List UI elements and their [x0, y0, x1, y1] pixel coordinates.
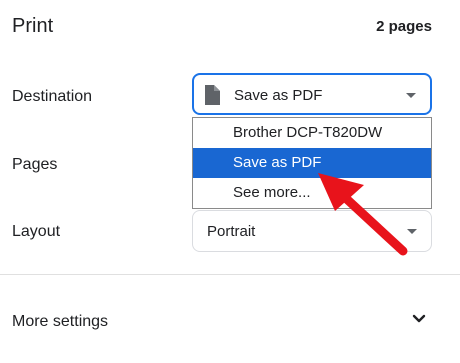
caret-down-icon: [406, 93, 416, 98]
page-count: 2 pages: [376, 18, 432, 35]
layout-label: Layout: [12, 223, 61, 240]
document-icon: [204, 85, 220, 110]
layout-selected-value: Portrait: [207, 223, 256, 240]
destination-label: Destination: [12, 88, 93, 105]
chevron-down-icon[interactable]: [412, 312, 426, 331]
destination-select[interactable]: Save as PDF: [192, 73, 432, 115]
divider: [0, 274, 460, 275]
option-brother-printer[interactable]: Brother DCP-T820DW: [193, 118, 431, 148]
more-settings-label: More settings: [12, 313, 109, 330]
red-arrow-annotation: [300, 160, 415, 265]
pages-label: Pages: [12, 156, 58, 173]
page-title: Print: [12, 15, 54, 37]
destination-selected-value: Save as PDF: [234, 87, 323, 104]
